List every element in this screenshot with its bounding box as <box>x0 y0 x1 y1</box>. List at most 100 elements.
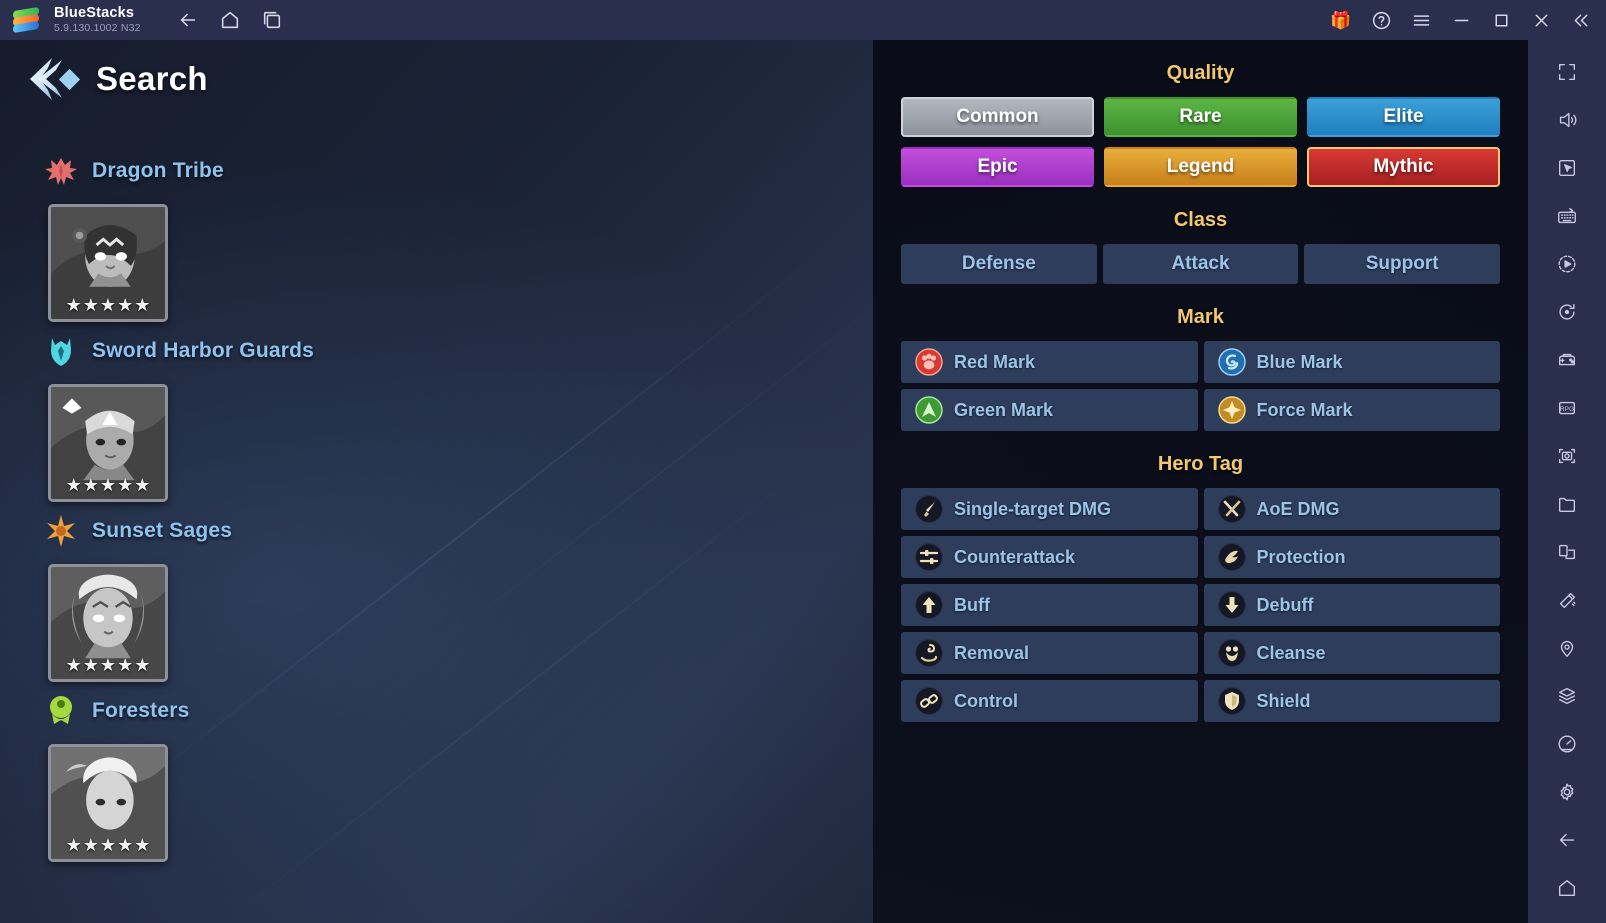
mark-option-red[interactable]: Red Mark <box>901 341 1198 383</box>
star-icon: ★ <box>82 475 99 495</box>
settings-button[interactable] <box>1541 768 1593 816</box>
hero-tag-option-shield[interactable]: Shield <box>1203 680 1500 722</box>
hero-tag-label: Buff <box>954 594 990 615</box>
faction-header-sunset-sages[interactable]: Sunset Sages <box>0 508 873 554</box>
shake-button[interactable] <box>1541 576 1593 624</box>
star-icon: ★ <box>117 475 134 495</box>
back-button[interactable] <box>171 5 205 35</box>
hero-tag-option-aoe-dmg[interactable]: AoE DMG <box>1203 488 1500 530</box>
star-icon: ★ <box>134 835 151 855</box>
class-option-support[interactable]: Support <box>1304 244 1500 284</box>
menu-button[interactable] <box>1402 3 1440 37</box>
hero-row: ★ ★ ★ ★ ★ <box>0 564 873 682</box>
star-icon: ★ <box>134 295 151 315</box>
cursor-box-icon <box>1558 159 1576 177</box>
macro-recorder-button[interactable] <box>1541 240 1593 288</box>
app-title: BlueStacks <box>54 4 135 21</box>
class-options: Defense Attack Support <box>901 244 1500 284</box>
mark-label: Red Mark <box>954 351 1036 372</box>
hero-card[interactable]: ★ ★ ★ ★ ★ <box>48 744 168 862</box>
quality-option-rare[interactable]: Rare <box>1104 97 1297 137</box>
class-option-defense[interactable]: Defense <box>901 244 1097 284</box>
crossed-swords-icon <box>1217 495 1246 523</box>
screenshot-button[interactable] <box>1541 432 1593 480</box>
hero-tag-label: Single-target DMG <box>954 498 1112 519</box>
quality-option-epic[interactable]: Epic <box>901 147 1094 187</box>
app-version: 5.9.130.1002 N32 <box>54 22 141 35</box>
home-button[interactable] <box>213 5 247 35</box>
hero-tag-option-debuff[interactable]: Debuff <box>1203 584 1500 626</box>
back-chevron-arrow-icon[interactable] <box>18 52 92 106</box>
faction-group: Sunset Sages ★ ★ ★ ★ ★ <box>0 508 873 682</box>
quality-section-title: Quality <box>1166 62 1235 84</box>
copy-window-icon <box>1558 544 1576 560</box>
star-icon: ★ <box>117 655 134 675</box>
hero-card[interactable]: ★ ★ ★ ★ ★ <box>48 384 168 502</box>
faction-header-dragon-tribe[interactable]: Dragon Tribe <box>0 148 873 194</box>
windows-stack-icon <box>263 11 280 29</box>
quality-label: Legend <box>1166 156 1235 177</box>
leaf-seed-emblem-icon <box>44 694 78 728</box>
back-button[interactable] <box>1541 816 1593 864</box>
mark-option-green[interactable]: Green Mark <box>901 389 1198 431</box>
faction-header-sword-harbor-guards[interactable]: Sword Harbor Guards <box>0 328 873 374</box>
hero-tag-option-counterattack[interactable]: Counterattack <box>901 536 1198 578</box>
hero-card[interactable]: ★ ★ ★ ★ ★ <box>48 204 168 322</box>
location-pin-icon <box>1560 640 1574 657</box>
gift-button[interactable]: 🎁 <box>1322 3 1360 37</box>
media-manager-button[interactable] <box>1541 480 1593 528</box>
maximize-button[interactable] <box>1482 3 1520 37</box>
hero-tag-options: Single-target DMG AoE DMG Counterattack <box>901 488 1500 722</box>
faction-group: Foresters ★ ★ ★ ★ ★ <box>0 688 873 862</box>
volume-button[interactable] <box>1541 96 1593 144</box>
class-option-attack[interactable]: Attack <box>1102 244 1299 284</box>
close-button[interactable] <box>1522 3 1560 37</box>
filter-panel: Quality Common Rare Elite Epic Legend My… <box>873 40 1528 923</box>
home-button[interactable] <box>1541 864 1593 912</box>
keymapping-button[interactable] <box>1541 192 1593 240</box>
play-circle-icon <box>1558 255 1576 273</box>
recents-button[interactable] <box>1541 912 1593 923</box>
recents-button[interactable] <box>255 5 289 35</box>
mark-option-force[interactable]: Force Mark <box>1203 389 1500 431</box>
hero-tag-label: Protection <box>1256 546 1346 567</box>
location-button[interactable] <box>1541 624 1593 672</box>
hero-tag-option-removal[interactable]: Removal <box>901 632 1198 674</box>
hero-tag-label: Cleanse <box>1256 642 1326 663</box>
mark-option-blue[interactable]: Blue Mark <box>1203 341 1500 383</box>
multi-instance-button[interactable] <box>1541 528 1593 576</box>
performance-button[interactable] <box>1541 720 1593 768</box>
hero-tag-label: Removal <box>954 642 1030 663</box>
hero-tag-option-protection[interactable]: Protection <box>1203 536 1500 578</box>
quality-option-legend[interactable]: Legend <box>1104 147 1297 187</box>
rotate-button[interactable] <box>1541 288 1593 336</box>
hero-tag-option-buff[interactable]: Buff <box>901 584 1198 626</box>
search-header[interactable]: Search <box>18 52 208 106</box>
quality-label: Common <box>956 106 1039 127</box>
hero-tag-option-cleanse[interactable]: Cleanse <box>1203 632 1500 674</box>
minimize-button[interactable] <box>1442 3 1480 37</box>
page-title: Search <box>96 60 208 97</box>
eco-mode-button[interactable] <box>1541 672 1593 720</box>
quality-option-common[interactable]: Common <box>901 97 1094 137</box>
class-section-title: Class <box>1173 209 1228 231</box>
help-button[interactable] <box>1362 3 1400 37</box>
star-rating: ★ ★ ★ ★ ★ <box>51 656 165 674</box>
fullscreen-button[interactable] <box>1541 48 1593 96</box>
star-icon: ★ <box>82 295 99 315</box>
faction-header-foresters[interactable]: Foresters <box>0 688 873 734</box>
hero-tag-option-control[interactable]: Control <box>901 680 1198 722</box>
collapse-sidebar-button[interactable] <box>1562 3 1600 37</box>
hero-card[interactable]: ★ ★ ★ ★ ★ <box>48 564 168 682</box>
fps-meter-button[interactable]: RPG <box>1541 384 1593 432</box>
bluestacks-window: BlueStacks 5.9.130.1002 N32 🎁 Search Dra… <box>0 0 1606 923</box>
quality-option-elite[interactable]: Elite <box>1307 97 1500 137</box>
mouse-cursor-button[interactable] <box>1541 144 1593 192</box>
gamepad-button[interactable] <box>1541 336 1593 384</box>
hero-tag-option-single-target-dmg[interactable]: Single-target DMG <box>901 488 1198 530</box>
question-circle-icon <box>1372 11 1390 29</box>
star-icon: ★ <box>99 295 117 315</box>
hero-tag-label: Counterattack <box>954 546 1076 567</box>
sun-star-emblem-icon <box>44 514 78 548</box>
quality-option-mythic[interactable]: Mythic <box>1307 147 1500 187</box>
